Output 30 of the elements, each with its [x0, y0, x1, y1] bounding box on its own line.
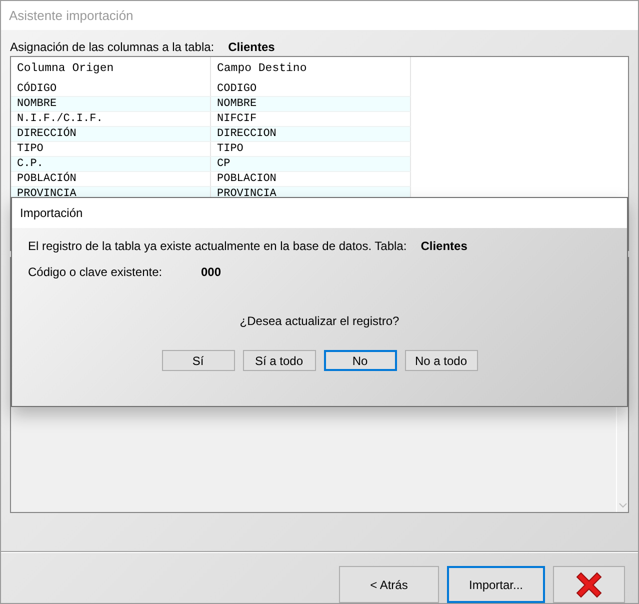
table-cell: N.I.F./C.I.F.	[11, 112, 211, 127]
table-cell: POBLACION	[211, 172, 411, 187]
window-title: Asistente importación	[9, 8, 134, 23]
dialog-message: El registro de la tabla ya existe actualmente en la base de datos. Tabla:	[28, 239, 407, 253]
dialog-title: Importación	[20, 206, 83, 220]
key-label: Código o clave existente:	[28, 265, 164, 279]
table-cell: POBLACIÓN	[11, 172, 211, 187]
table-cell: DIRECCION	[211, 127, 411, 142]
table-cell: DIRECCIÓN	[11, 127, 211, 142]
back-button[interactable]: < Atrás	[339, 566, 439, 603]
table-cell: NOMBRE	[11, 97, 211, 112]
dialog-button[interactable]: No a todo	[404, 350, 478, 371]
dialog-button[interactable]: Sí	[162, 350, 234, 371]
table-cell: CÓDIGO	[11, 82, 211, 97]
table-cell: CODIGO	[211, 82, 411, 97]
dialog-table-name: Clientes	[420, 239, 468, 253]
table-cell: NIFCIF	[211, 112, 411, 127]
table-name: Clientes	[228, 40, 275, 54]
mapping-label: Asignación de las columnas a la tabla:	[10, 40, 214, 54]
table-cell: NOMBRE	[211, 97, 411, 112]
key-value: 000	[201, 265, 222, 279]
table-cell: C.P.	[11, 157, 211, 172]
dialog-question: ¿Desea actualizar el registro?	[240, 314, 400, 328]
table-cell: TIPO	[11, 142, 211, 157]
import-button[interactable]: Importar...	[447, 566, 545, 603]
cancel-button[interactable]	[553, 566, 625, 603]
table-cell: CP	[211, 157, 411, 172]
table-cell: TIPO	[211, 142, 411, 157]
dialog-button[interactable]: Sí a todo	[242, 350, 316, 371]
dialog-button[interactable]: No	[324, 350, 396, 371]
